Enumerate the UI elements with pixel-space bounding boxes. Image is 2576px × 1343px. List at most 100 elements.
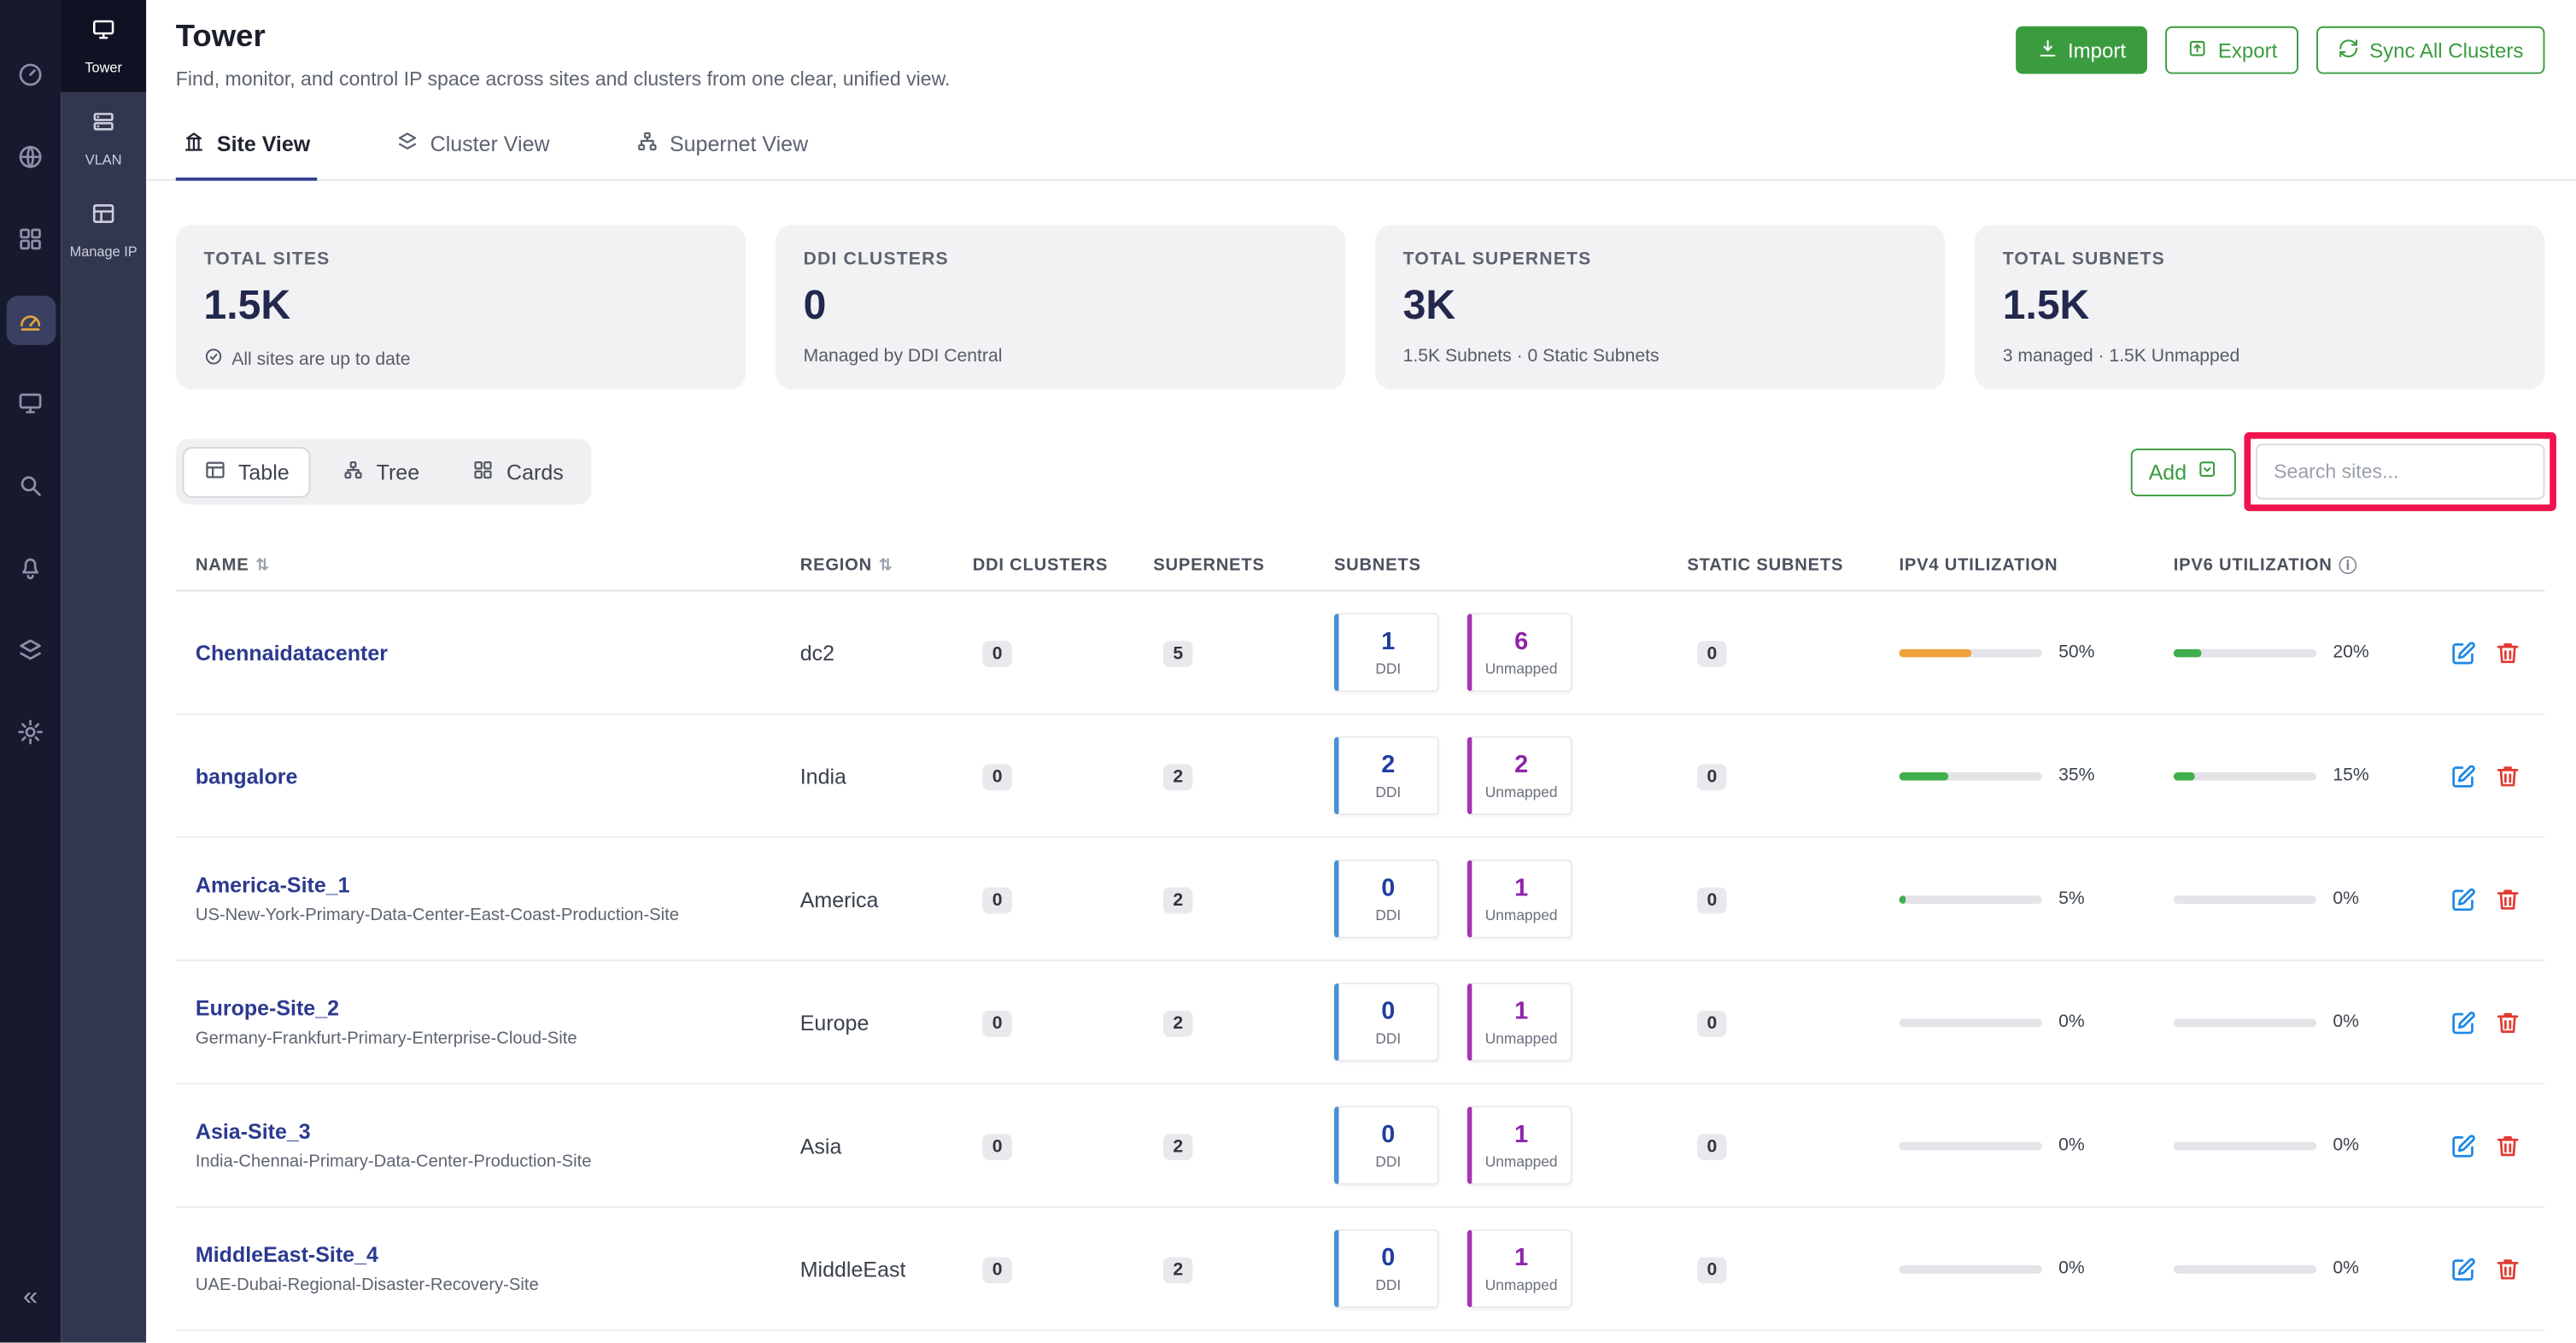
module-sidebar: Tower VLAN Manage IP — [61, 0, 146, 1342]
tab-label: Supernet View — [670, 132, 808, 156]
tab-supernet-view[interactable]: Supernet View — [629, 114, 815, 181]
edit-site-button[interactable] — [2450, 762, 2478, 790]
supernets-count-badge: 2 — [1163, 1257, 1193, 1283]
edit-site-button[interactable] — [2450, 1008, 2478, 1036]
sync-all-clusters-button[interactable]: Sync All Clusters — [2317, 26, 2545, 74]
stat-note-text: Managed by DDI Central — [804, 347, 1003, 367]
view-mode-tree[interactable]: Tree — [320, 446, 441, 497]
site-name-link[interactable]: Asia-Site_3 — [196, 1119, 800, 1144]
site-name-link[interactable]: MiddleEast-Site_4 — [196, 1242, 800, 1267]
view-mode-label: Cards — [506, 460, 564, 484]
stat-card-total-subnets: TOTAL SUBNETS 1.5K 3 managed · 1.5K Unma… — [1975, 226, 2544, 390]
column-header-name[interactable]: NAME ⇅ — [176, 555, 800, 575]
ddi-clusters-count-badge: 0 — [982, 1134, 1012, 1160]
subnets-unmapped-label: Unmapped — [1485, 660, 1558, 677]
ipv4-utilization-bar — [1900, 894, 2042, 903]
table-body: Chennaidatacenter dc2 0 5 1 DDI 6 Unmapp… — [176, 591, 2545, 1331]
delete-site-button[interactable] — [2494, 1255, 2522, 1283]
subnets-unmapped-count: 6 — [1514, 628, 1528, 656]
stat-value: 3K — [1403, 283, 1917, 331]
subnets-ddi-label: DDI — [1375, 783, 1401, 800]
devices-icon[interactable] — [6, 378, 56, 427]
ddi-clusters-count-badge: 0 — [982, 641, 1012, 667]
stat-note-text: 3 managed · 1.5K Unmapped — [2003, 347, 2240, 367]
supernets-count-badge: 5 — [1163, 641, 1193, 667]
notifications-icon[interactable] — [6, 542, 56, 592]
table-row: bangalore India 0 2 2 DDI 2 Unmapped 0 3… — [176, 715, 2545, 838]
site-name-link[interactable]: bangalore — [196, 763, 800, 788]
column-header-region[interactable]: REGION ⇅ — [800, 555, 973, 575]
view-mode-cards[interactable]: Cards — [451, 446, 585, 497]
import-button[interactable]: Import — [2015, 26, 2147, 74]
supernets-count-badge: 2 — [1163, 764, 1193, 790]
sites-table: NAME ⇅ REGION ⇅ DDI CLUSTERS SUPERNETS S… — [176, 541, 2545, 1331]
sidebar-item-vlan[interactable]: VLAN — [61, 92, 146, 185]
sidebar-item-tower[interactable]: Tower — [61, 0, 146, 92]
export-icon — [2187, 37, 2208, 63]
vlan-icon — [91, 108, 117, 143]
subnets-ddi-label: DDI — [1375, 1277, 1401, 1293]
dhcp-icon[interactable] — [6, 214, 56, 263]
add-button[interactable]: Add — [2130, 448, 2235, 496]
stat-label: TOTAL SITES — [204, 249, 718, 269]
subnets-ddi-box: 0 DDI — [1334, 1105, 1439, 1184]
static-subnets-count-badge: 0 — [1697, 888, 1727, 914]
static-subnets-count-badge: 0 — [1697, 1011, 1727, 1037]
tab-cluster-view[interactable]: Cluster View — [389, 114, 557, 181]
delete-site-button[interactable] — [2494, 762, 2522, 790]
subnets-unmapped-count: 2 — [1514, 751, 1528, 779]
subnets-ddi-label: DDI — [1375, 1030, 1401, 1047]
view-mode-table[interactable]: Table — [183, 446, 311, 497]
edit-site-button[interactable] — [2450, 1255, 2478, 1283]
edit-site-button[interactable] — [2450, 1131, 2478, 1159]
subnets-unmapped-count: 1 — [1514, 1121, 1528, 1149]
collapse-sidebar-button[interactable]: « — [0, 1283, 61, 1313]
reports-icon[interactable] — [6, 625, 56, 674]
sidebar-item-manage-ip[interactable]: Manage IP — [61, 184, 146, 276]
edit-site-button[interactable] — [2450, 885, 2478, 913]
ipv4-utilization-value: 0% — [2058, 1135, 2085, 1155]
stat-label: TOTAL SUBNETS — [2003, 249, 2517, 269]
settings-icon[interactable] — [6, 707, 56, 756]
site-description: India-Chennai-Primary-Data-Center-Produc… — [196, 1152, 800, 1171]
ipv6-utilization-bar — [2174, 1264, 2316, 1273]
stat-label: TOTAL SUPERNETS — [1403, 249, 1917, 269]
delete-site-button[interactable] — [2494, 1008, 2522, 1036]
ipv4-utilization-value: 5% — [2058, 889, 2085, 909]
tower-icon — [91, 16, 117, 50]
tab-site-view[interactable]: Site View — [176, 114, 317, 181]
delete-site-button[interactable] — [2494, 1131, 2522, 1159]
export-button-label: Export — [2218, 38, 2278, 62]
site-name-link[interactable]: Europe-Site_2 — [196, 996, 800, 1021]
subnets-ddi-box: 1 DDI — [1334, 613, 1439, 691]
subnets-ddi-label: DDI — [1375, 1153, 1401, 1170]
delete-site-button[interactable] — [2494, 885, 2522, 913]
subnets-unmapped-box: 2 Unmapped — [1467, 736, 1572, 815]
stat-value: 1.5K — [204, 283, 718, 331]
ipv6-utilization-value: 0% — [2333, 889, 2359, 909]
delete-site-button[interactable] — [2494, 638, 2522, 666]
search-container — [2256, 443, 2545, 499]
sidebar-item-label: VLAN — [85, 151, 122, 167]
sync-button-label: Sync All Clusters — [2369, 38, 2523, 62]
ddi-clusters-count-badge: 0 — [982, 1257, 1012, 1283]
stat-value: 0 — [804, 283, 1318, 331]
page-header: Tower Find, monitor, and control IP spac… — [146, 0, 2576, 91]
search-input[interactable] — [2256, 443, 2545, 499]
site-region: Asia — [800, 1133, 973, 1158]
site-name-link[interactable]: America-Site_1 — [196, 872, 800, 897]
export-button[interactable]: Export — [2165, 26, 2298, 74]
site-region: MiddleEast — [800, 1256, 973, 1281]
dashboard-icon[interactable] — [6, 50, 56, 99]
site-description: UAE-Dubai-Regional-Disaster-Recovery-Sit… — [196, 1276, 800, 1295]
audit-icon[interactable] — [6, 460, 56, 510]
ipam-icon[interactable] — [6, 296, 56, 345]
site-description: Germany-Frankfurt-Primary-Enterprise-Clo… — [196, 1029, 800, 1048]
edit-site-button[interactable] — [2450, 638, 2478, 666]
ipv6-utilization-bar — [2174, 894, 2316, 903]
ddi-clusters-count-badge: 0 — [982, 1011, 1012, 1037]
subnets-unmapped-box: 1 Unmapped — [1467, 1105, 1572, 1184]
site-name-link[interactable]: Chennaidatacenter — [196, 640, 800, 665]
dns-icon[interactable] — [6, 132, 56, 181]
subnets-ddi-box: 2 DDI — [1334, 736, 1439, 815]
